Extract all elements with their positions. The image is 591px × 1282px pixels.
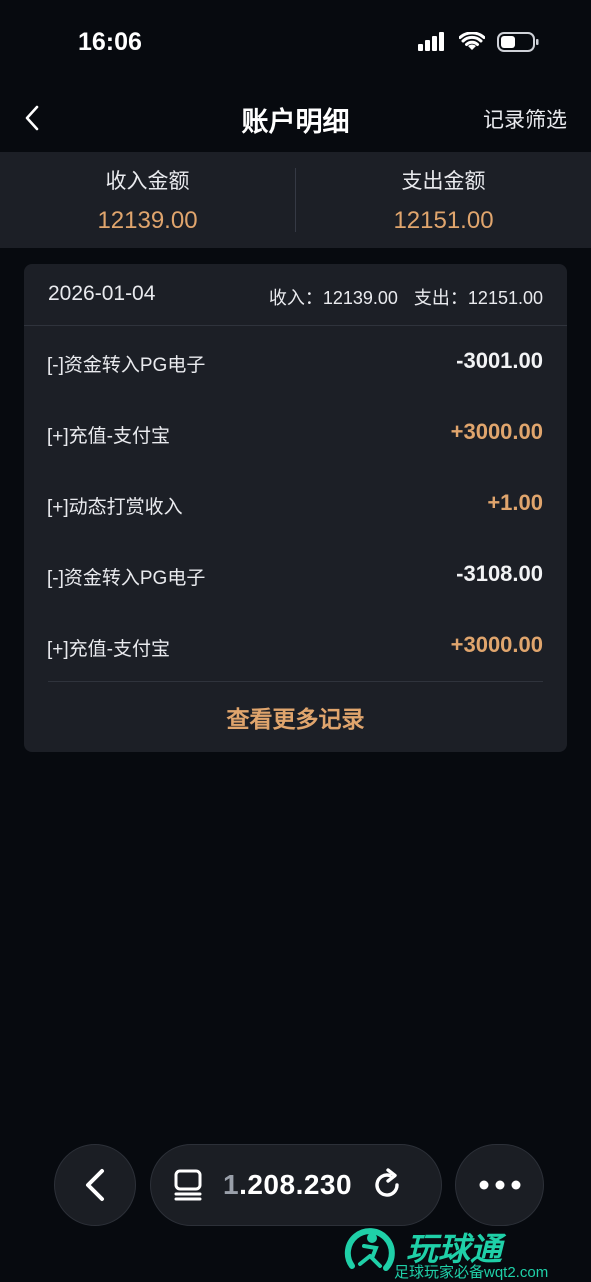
record-label: [+]充值-支付宝: [47, 426, 170, 447]
status-bar: 16:06: [0, 0, 591, 88]
record-label: [+]充值-支付宝: [47, 639, 170, 660]
football-player-logo-icon: [344, 1228, 395, 1271]
record-amount: +1.00: [487, 490, 543, 515]
filter-records-button[interactable]: 记录筛选: [483, 104, 567, 134]
income-summary: 收入金额 12139.00: [0, 152, 295, 248]
more-dots-icon: [479, 1180, 520, 1190]
record-amount: +3000.00: [450, 419, 543, 444]
address-text: 1.208.230: [223, 1169, 353, 1200]
more-options-button[interactable]: [455, 1144, 544, 1226]
record-row[interactable]: [+]动态打赏收入 +1.00: [24, 468, 567, 539]
tabs-icon: [174, 1169, 202, 1201]
browser-toolbar: 1.208.230: [0, 1144, 591, 1226]
day-totals: 收入：12139.00 支出：12151.00: [269, 284, 543, 310]
status-icons: [417, 30, 539, 58]
browser-back-button[interactable]: [54, 1144, 136, 1226]
expense-label: 支出金额: [401, 170, 486, 193]
day-expense: 支出：12151.00: [413, 288, 543, 308]
day-income: 收入：12139.00: [268, 288, 398, 308]
battery-icon: [497, 31, 539, 58]
nav-bar: 账户明细 记录筛选: [0, 88, 591, 150]
signal-icon: [417, 31, 447, 57]
wifi-icon: [458, 30, 486, 57]
expense-value: 12151.00: [393, 207, 494, 234]
summary-panel: 收入金额 12139.00 支出金额 12151.00: [0, 152, 591, 248]
record-row[interactable]: [+]充值-支付宝 +3000.00: [24, 610, 567, 681]
income-label: 收入金额: [105, 170, 190, 193]
card-divider: [48, 681, 543, 682]
record-amount: -3108.00: [456, 561, 543, 586]
record-amount: -3001.00: [456, 348, 543, 373]
record-amount: +3000.00: [450, 632, 543, 657]
card-header: 2026-01-04 收入：12139.00 支出：12151.00: [24, 264, 567, 326]
expense-summary: 支出金额 12151.00: [296, 152, 591, 248]
status-time: 16:06: [78, 28, 142, 56]
record-label: [+]动态打赏收入: [47, 497, 183, 518]
address-bar[interactable]: 1.208.230: [150, 1144, 442, 1226]
site-watermark: 玩球通 足球玩家必备wqt2.com: [342, 1224, 591, 1281]
record-label: [-]资金转入PG电子: [47, 568, 206, 589]
income-value: 12139.00: [97, 207, 198, 234]
reload-icon[interactable]: [370, 1168, 404, 1202]
view-more-records-button[interactable]: 查看更多记录: [24, 700, 567, 734]
record-row[interactable]: [+]充值-支付宝 +3000.00: [24, 397, 567, 468]
record-date: 2026-01-04: [48, 282, 156, 305]
record-label: [-]资金转入PG电子: [47, 355, 206, 376]
record-row[interactable]: [-]资金转入PG电子 -3001.00: [24, 326, 567, 397]
watermark-subtitle: 足球玩家必备wqt2.com: [394, 1264, 549, 1281]
record-row[interactable]: [-]资金转入PG电子 -3108.00: [24, 539, 567, 610]
chevron-left-icon: [86, 1169, 104, 1201]
day-records-card: 2026-01-04 收入：12139.00 支出：12151.00 [-]资金…: [24, 264, 567, 752]
